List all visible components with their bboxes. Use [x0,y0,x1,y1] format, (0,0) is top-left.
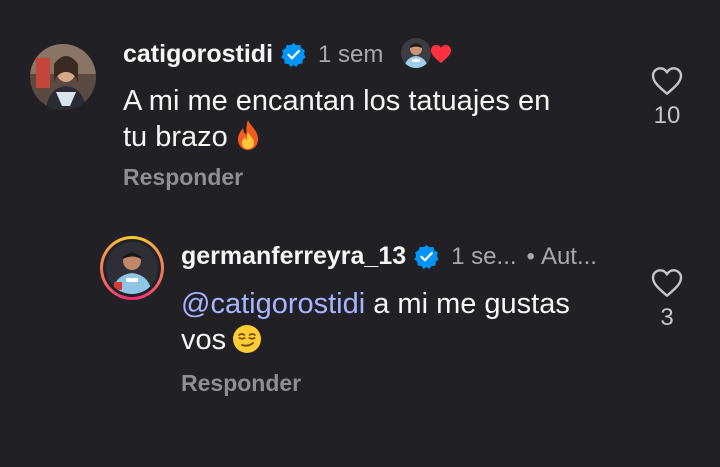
comment-text: A mi me encantan los tatuajes en tu braz… [123,83,550,155]
reply-button[interactable]: Responder [181,370,301,397]
comment-text-line-1: A mi me encantan los tatuajes en [123,85,551,117]
comment-username[interactable]: catigorostidi [123,40,273,69]
heart-icon[interactable] [651,268,683,298]
like-button[interactable]: 10 [637,66,697,130]
author-liked-avatar [401,38,431,68]
separator-dot: • [526,242,535,270]
mention-link[interactable]: @catigorostidi [181,288,365,320]
liked-heart-icon [431,44,451,64]
avatar[interactable] [30,44,96,110]
comment-text-line-1: a mi me gustas [365,288,570,320]
avatar [106,242,158,294]
comment-timestamp: 1 se... [451,242,517,270]
verified-badge-icon [414,244,439,269]
comment-text-line-2: vos [181,324,227,356]
like-count: 3 [660,304,674,331]
comment-text-line-2: tu brazo [123,121,228,153]
heart-icon[interactable] [651,66,683,96]
smirking-face-emoji-icon [233,325,262,353]
fire-emoji-icon [237,120,258,150]
reply-button[interactable]: Responder [123,164,243,191]
like-count: 10 [653,102,681,129]
comment-text: @catigorostidi a mi me gustas vos [181,286,570,358]
comment-timestamp: 1 sem [318,40,384,68]
avatar-story-ring[interactable] [100,236,164,300]
like-button[interactable]: 3 [637,268,697,332]
verified-badge-icon [281,42,306,67]
comment-username[interactable]: germanferreyra_13 [181,242,406,271]
author-tag: Aut... [540,242,597,270]
